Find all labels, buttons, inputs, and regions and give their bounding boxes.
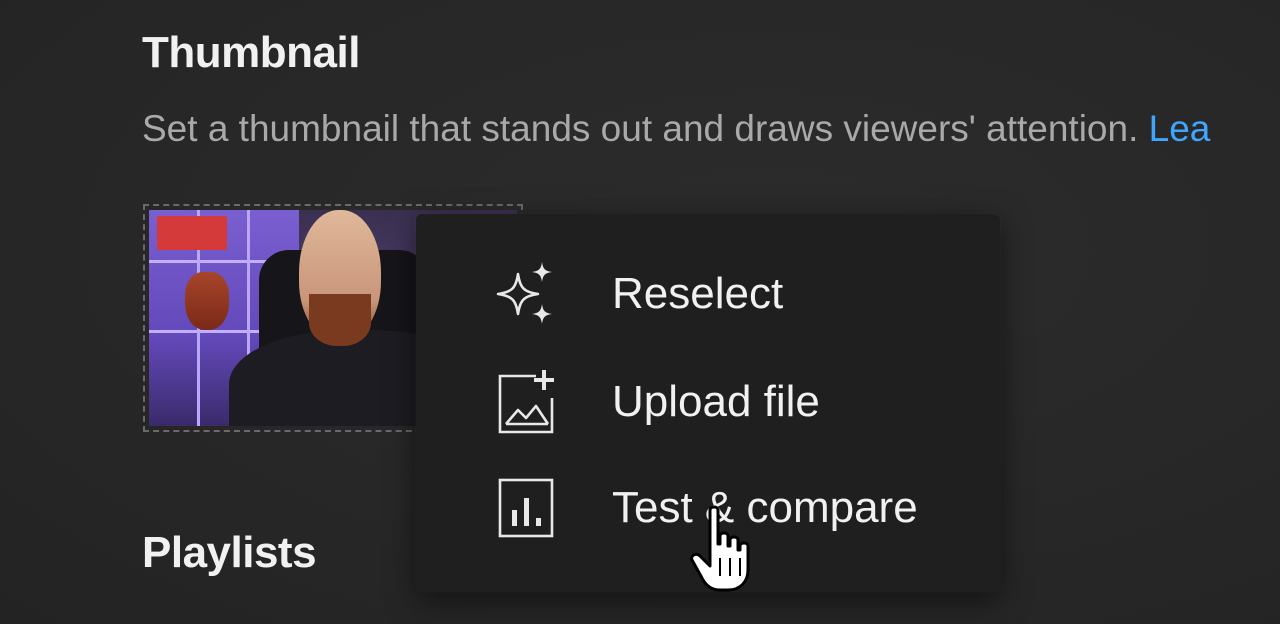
learn-more-link[interactable]: Lea: [1149, 108, 1211, 149]
thumbnail-subscribe-badge: [157, 216, 227, 250]
hand-pointer-cursor-icon: [690, 505, 750, 592]
playlists-section-title: Playlists: [142, 528, 317, 577]
menu-item-reselect[interactable]: Reselect: [416, 244, 1000, 344]
menu-item-reselect-label: Reselect: [612, 269, 784, 318]
thumbnail-description-text: Set a thumbnail that stands out and draw…: [142, 108, 1139, 149]
thumbnail-section-title: Thumbnail: [142, 28, 360, 77]
menu-item-test-compare-label: Test & compare: [612, 483, 918, 532]
image-add-icon: [496, 368, 558, 436]
thumbnail-description: Set a thumbnail that stands out and draw…: [142, 108, 1210, 150]
sparkle-icon: [496, 260, 558, 328]
menu-item-upload-file[interactable]: Upload file: [416, 352, 1000, 452]
thumbnail-mask-figure: [185, 272, 229, 330]
menu-item-upload-file-label: Upload file: [612, 377, 820, 426]
bar-chart-icon: [496, 474, 558, 542]
thumbnail-person-beard: [309, 294, 371, 346]
video-details-page: Thumbnail Set a thumbnail that stands ou…: [0, 0, 1280, 624]
